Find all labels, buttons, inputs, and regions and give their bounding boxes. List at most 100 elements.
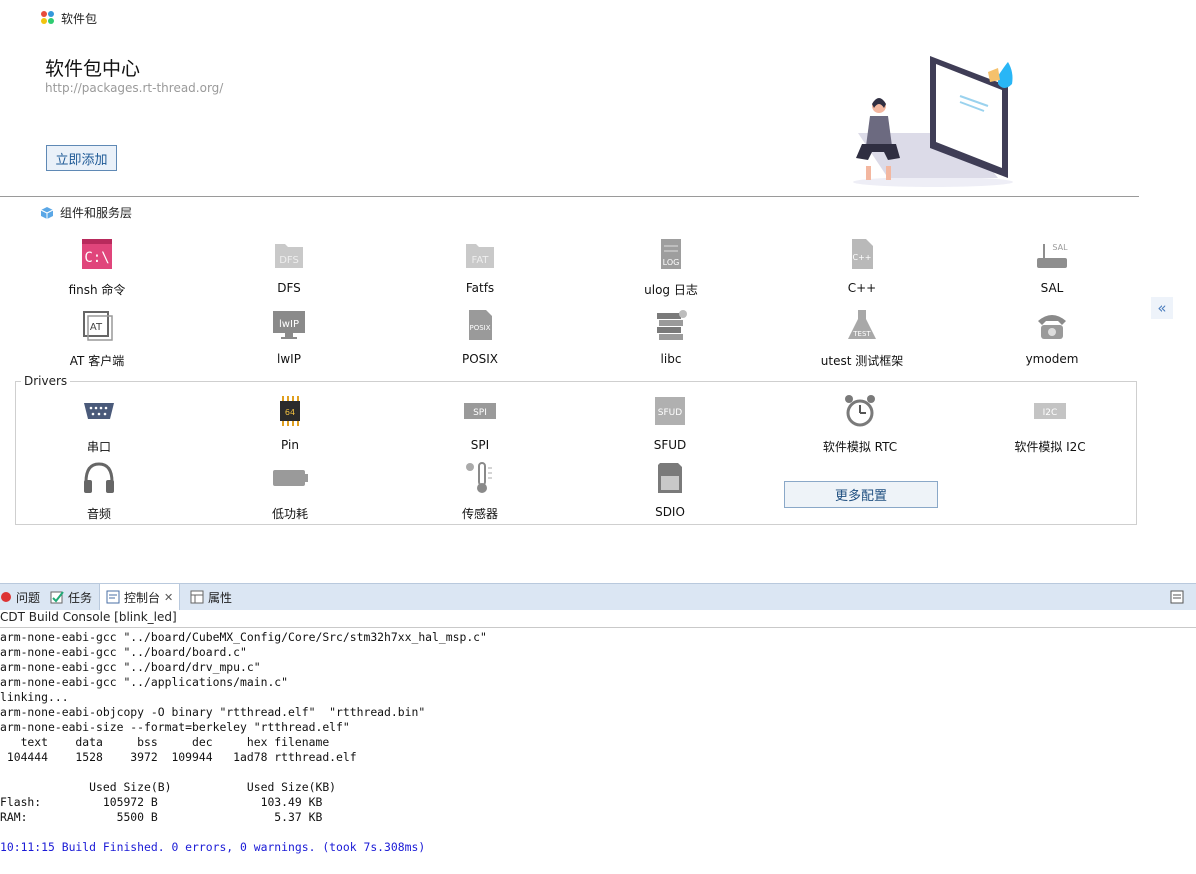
tab-properties[interactable]: 属性	[190, 584, 232, 610]
view-menu-icon	[1170, 590, 1184, 604]
component-at-client[interactable]: AT AT 客户端	[37, 307, 157, 369]
driver-audio[interactable]: 音频	[39, 460, 159, 522]
laptop-person-illustration	[853, 56, 1013, 187]
component-cpp[interactable]: C++ C++	[802, 236, 922, 295]
component-finsh[interactable]: C:\ finsh 命令	[37, 236, 157, 298]
alarm-clock-icon	[845, 395, 875, 427]
driver-label: 软件模拟 RTC	[822, 440, 898, 454]
console-tab-bar: 问题 任务 控制台 ✕ 属性	[0, 583, 1196, 610]
console-line: Used Size(B) Used Size(KB)	[0, 780, 337, 794]
terminal-icon: C:\	[82, 239, 112, 269]
component-posix[interactable]: POSIX POSIX	[420, 307, 540, 366]
component-ulog[interactable]: LOG ulog 日志	[611, 236, 731, 298]
component-label: AT 客户端	[69, 354, 125, 368]
drivers-group	[15, 381, 1137, 525]
console-line: arm-none-eabi-gcc "../board/board.c"	[0, 645, 247, 659]
tab-tasks[interactable]: 任务	[50, 584, 92, 610]
driver-soft-i2c[interactable]: I2C 软件模拟 I2C	[990, 393, 1110, 455]
component-sal[interactable]: SAL SAL	[992, 236, 1112, 295]
sfud-icon: SFUD	[655, 397, 685, 425]
sd-card-icon	[658, 463, 682, 493]
tab-label: 控制台	[124, 590, 161, 605]
component-label: libc	[660, 352, 682, 366]
console-line: text data bss dec hex filename	[0, 735, 330, 749]
svg-text:LOG: LOG	[663, 258, 680, 267]
tasks-icon	[50, 591, 64, 604]
driver-label: 软件模拟 I2C	[1014, 440, 1086, 454]
driver-spi[interactable]: SPI SPI	[420, 393, 540, 452]
svg-text:POSIX: POSIX	[469, 324, 490, 332]
driver-sensor[interactable]: 传感器	[420, 460, 540, 522]
console-menu-button[interactable]	[1170, 584, 1184, 610]
close-icon[interactable]: ✕	[164, 591, 173, 604]
component-utest[interactable]: TEST utest 测试框架	[802, 307, 922, 369]
tab-console[interactable]: 控制台 ✕	[99, 584, 181, 610]
component-label: ymodem	[1025, 352, 1079, 366]
add-now-button[interactable]: 立即添加	[46, 145, 117, 171]
battery-icon	[273, 470, 308, 486]
driver-label: 低功耗	[271, 507, 308, 521]
spi-icon: SPI	[464, 403, 496, 419]
lwip-monitor-icon: lwIP	[273, 311, 305, 339]
component-label: finsh 命令	[68, 283, 126, 297]
console-line: RAM: 5500 B 5.37 KB	[0, 810, 323, 824]
more-config-button[interactable]: 更多配置	[784, 481, 938, 508]
collapse-panel-button[interactable]: «	[1151, 297, 1173, 319]
component-ymodem[interactable]: ymodem	[992, 307, 1112, 366]
tab-problems[interactable]: 问题	[0, 584, 40, 610]
svg-text:AT: AT	[90, 322, 103, 333]
svg-text:C:\: C:\	[84, 250, 109, 266]
svg-text:lwIP: lwIP	[279, 319, 299, 330]
driver-soft-rtc[interactable]: 软件模拟 RTC	[800, 393, 920, 455]
driver-pin[interactable]: 64 Pin	[230, 393, 350, 452]
svg-text:FAT: FAT	[471, 255, 489, 266]
component-label: DFS	[277, 281, 301, 295]
driver-label: 串口	[86, 440, 111, 454]
components-section-header: 组件和服务层	[40, 204, 132, 221]
serial-port-icon	[84, 403, 114, 419]
svg-text:64: 64	[285, 408, 295, 417]
package-tab[interactable]: 软件包	[41, 10, 97, 26]
component-libc[interactable]: libc	[611, 307, 731, 366]
fat-folder-icon: FAT	[466, 244, 494, 268]
drivers-group-label: Drivers	[21, 374, 71, 388]
problems-icon	[1, 592, 11, 602]
router-icon: SAL	[1037, 243, 1068, 268]
component-dfs[interactable]: DFS DFS	[229, 236, 349, 295]
component-label: ulog 日志	[644, 283, 698, 297]
driver-serial[interactable]: 串口	[39, 393, 159, 455]
driver-label: SDIO	[655, 505, 685, 519]
dfs-folder-icon: DFS	[275, 244, 303, 268]
page-title: 软件包中心	[45, 58, 141, 80]
log-icon: LOG	[661, 239, 681, 269]
driver-low-power[interactable]: 低功耗	[230, 460, 350, 522]
console-line: 10:11:15 Build Finished. 0 errors, 0 war…	[0, 840, 426, 854]
package-url-link[interactable]: http://packages.rt-thread.org/	[45, 81, 223, 95]
driver-label: Pin	[281, 438, 299, 452]
component-label: lwIP	[277, 352, 301, 366]
flask-icon: TEST	[848, 310, 876, 339]
package-logo-icon	[41, 11, 55, 25]
component-lwip[interactable]: lwIP lwIP	[229, 307, 349, 366]
at-icon: AT	[83, 311, 113, 341]
posix-icon: POSIX	[469, 310, 492, 340]
console-output: arm-none-eabi-gcc "../board/CubeMX_Confi…	[0, 630, 487, 855]
i2c-icon: I2C	[1034, 403, 1066, 419]
svg-text:I2C: I2C	[1043, 408, 1058, 418]
driver-label: 传感器	[461, 507, 498, 521]
component-fatfs[interactable]: FAT Fatfs	[420, 236, 540, 295]
books-icon	[657, 310, 687, 340]
cpp-file-icon: C++	[852, 239, 873, 269]
svg-text:DFS: DFS	[279, 255, 299, 266]
console-line: 104444 1528 3972 109944 1ad78 rtthread.e…	[0, 750, 357, 764]
driver-sdio[interactable]: SDIO	[610, 460, 730, 519]
console-line: arm-none-eabi-gcc "../board/CubeMX_Confi…	[0, 630, 487, 644]
properties-icon	[190, 590, 204, 604]
console-line: arm-none-eabi-gcc "../board/drv_mpu.c"	[0, 660, 261, 674]
component-label: utest 测试框架	[820, 354, 904, 368]
driver-sfud[interactable]: SFUD SFUD	[610, 393, 730, 452]
chip-icon: 64	[280, 396, 300, 426]
console-line: linking...	[0, 690, 69, 704]
